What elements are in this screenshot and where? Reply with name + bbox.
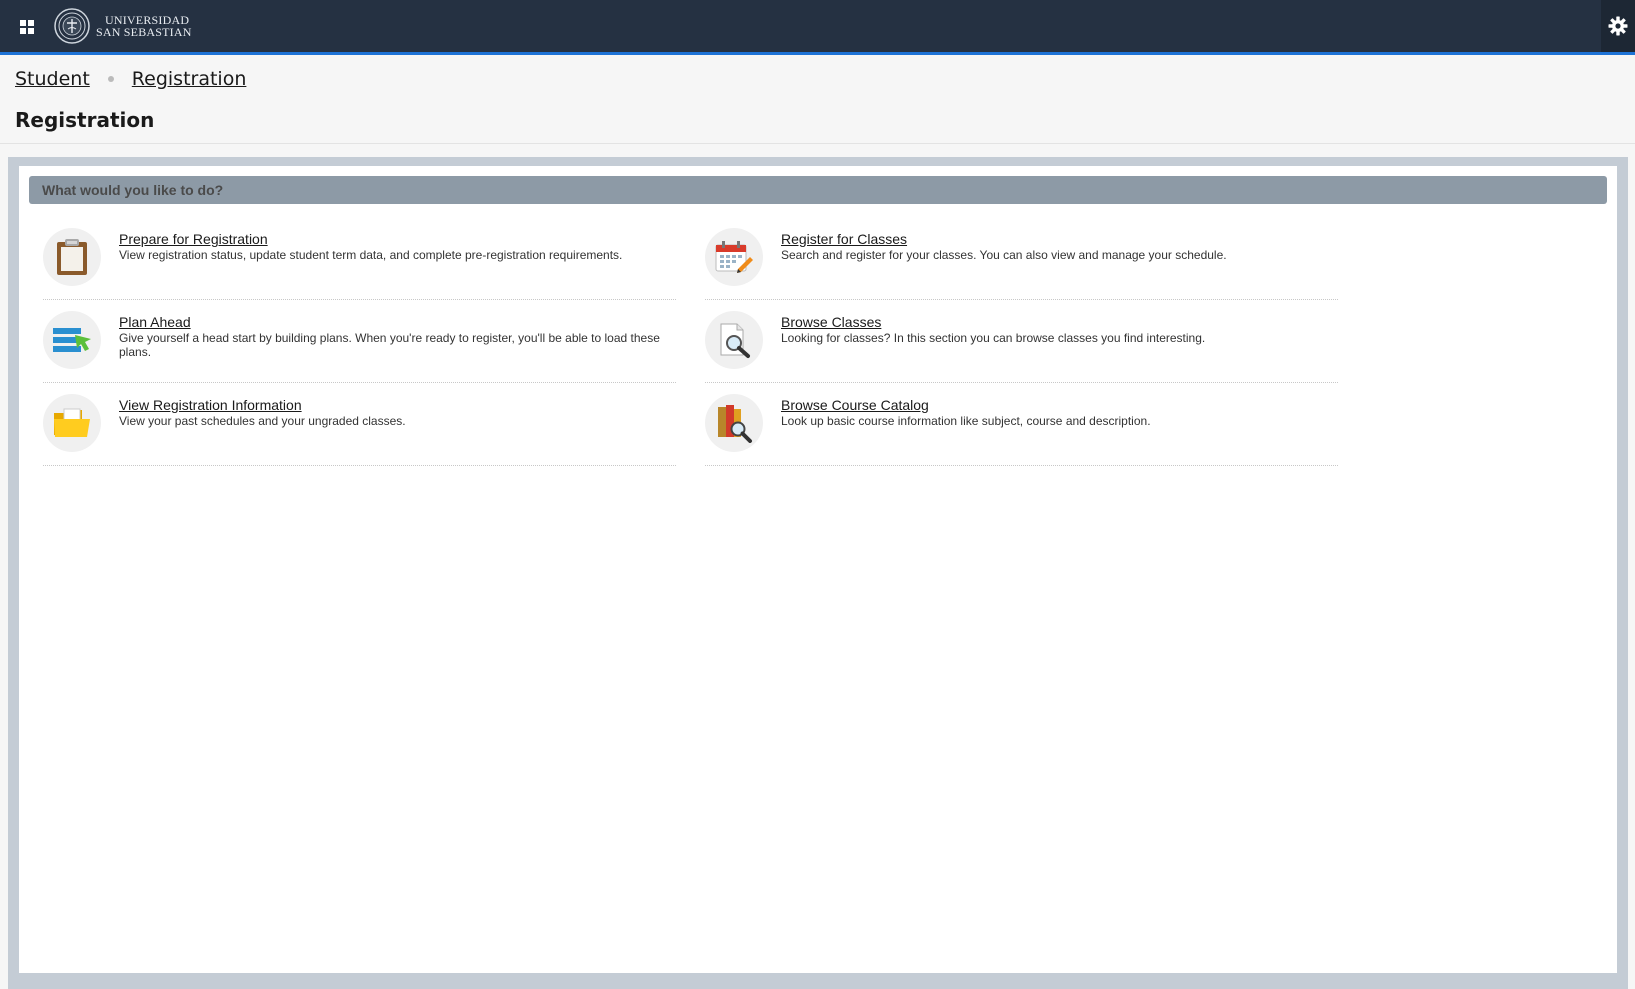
prepare-for-registration-link[interactable]: Prepare for Registration bbox=[119, 231, 268, 247]
breadcrumb: Student Registration bbox=[15, 68, 246, 90]
register-for-classes-link[interactable]: Register for Classes bbox=[781, 231, 907, 247]
logo-line-2: SAN SEBASTIAN bbox=[96, 25, 192, 39]
option-plan-ahead: Plan Ahead Give yourself a head start by… bbox=[43, 301, 676, 383]
books-search-icon bbox=[705, 394, 763, 452]
option-description: Give yourself a head start by building p… bbox=[119, 331, 660, 359]
option-description: Look up basic course information like su… bbox=[781, 414, 1151, 428]
option-prepare-for-registration: Prepare for Registration View registrati… bbox=[43, 218, 676, 300]
grid-apps-icon[interactable] bbox=[20, 20, 34, 34]
browse-classes-link[interactable]: Browse Classes bbox=[781, 314, 881, 330]
university-logo[interactable]: UNIVERSIDAD SAN SEBASTIAN bbox=[54, 8, 192, 44]
plan-ahead-link[interactable]: Plan Ahead bbox=[119, 314, 191, 330]
view-registration-information-link[interactable]: View Registration Information bbox=[119, 397, 302, 413]
logo-text: UNIVERSIDAD SAN SEBASTIAN bbox=[96, 14, 192, 38]
option-description: View your past schedules and your ungrad… bbox=[119, 414, 406, 428]
option-browse-classes: Browse Classes Looking for classes? In t… bbox=[705, 301, 1338, 383]
option-view-registration-information: View Registration Information View your … bbox=[43, 384, 676, 466]
option-description: View registration status, update student… bbox=[119, 248, 623, 262]
folder-icon bbox=[43, 394, 101, 452]
plan-list-arrow-icon bbox=[43, 311, 101, 369]
browse-course-catalog-link[interactable]: Browse Course Catalog bbox=[781, 397, 929, 413]
university-seal-icon bbox=[54, 8, 90, 44]
document-search-icon bbox=[705, 311, 763, 369]
main-panel: What would you like to do? Prepare for R… bbox=[8, 157, 1628, 989]
title-divider bbox=[0, 143, 1635, 144]
settings-button[interactable] bbox=[1601, 0, 1635, 52]
section-header: What would you like to do? bbox=[29, 176, 1607, 204]
options-panel: What would you like to do? Prepare for R… bbox=[19, 166, 1617, 973]
option-register-for-classes: Register for Classes Search and register… bbox=[705, 218, 1338, 300]
gear-icon bbox=[1608, 16, 1628, 36]
clipboard-icon bbox=[43, 228, 101, 286]
page-title: Registration bbox=[15, 108, 155, 132]
option-browse-course-catalog: Browse Course Catalog Look up basic cour… bbox=[705, 384, 1338, 466]
option-description: Looking for classes? In this section you… bbox=[781, 331, 1206, 345]
top-bar: UNIVERSIDAD SAN SEBASTIAN bbox=[0, 0, 1635, 55]
calendar-pencil-icon bbox=[705, 228, 763, 286]
breadcrumb-student[interactable]: Student bbox=[15, 68, 90, 90]
breadcrumb-registration[interactable]: Registration bbox=[132, 68, 247, 90]
option-description: Search and register for your classes. Yo… bbox=[781, 248, 1227, 262]
breadcrumb-separator bbox=[107, 76, 114, 82]
